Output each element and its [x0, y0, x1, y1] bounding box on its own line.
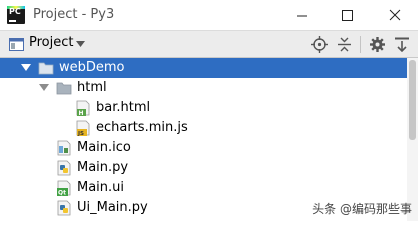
maximize-icon: [342, 10, 353, 21]
python-file-icon: [57, 160, 71, 176]
minimize-button[interactable]: [279, 0, 325, 31]
pycharm-app-icon: PC: [7, 6, 25, 24]
tree-label-ui-main-py: Ui_Main.py: [77, 200, 148, 215]
hide-icon[interactable]: [394, 37, 410, 52]
maximize-button[interactable]: [325, 0, 371, 31]
close-icon: [389, 9, 401, 21]
tree-row-main-ico[interactable]: Main.ico: [0, 138, 418, 158]
close-button[interactable]: [372, 0, 418, 31]
chevron-down-icon[interactable]: [76, 41, 86, 48]
scrollbar-thumb[interactable]: [409, 60, 416, 140]
window-title: Project - Py3: [33, 7, 115, 22]
toolbar-divider: [360, 36, 361, 53]
js-file-icon: JS: [76, 120, 90, 136]
python-file-icon: [57, 200, 71, 216]
expand-arrow-icon[interactable]: [20, 58, 32, 78]
folder-icon: [56, 82, 72, 95]
tree-label-webdemo: webDemo: [59, 60, 125, 75]
svg-text:H: H: [79, 110, 84, 116]
project-tree: webDemo html H bar.html JS echarts.min.j…: [0, 58, 418, 221]
project-panel-label[interactable]: Project: [29, 35, 73, 50]
minimize-icon: [297, 15, 307, 17]
tree-row-main-ui[interactable]: Qt Main.ui: [0, 178, 418, 198]
qt-ui-file-icon: Qt: [57, 180, 71, 197]
tree-label-bar-html: bar.html: [96, 100, 151, 115]
title-bar: PC Project - Py3: [0, 0, 418, 31]
tree-row-webdemo[interactable]: webDemo: [0, 58, 418, 78]
watermark-text: 头条 @编码那些事: [312, 202, 412, 216]
project-panel-icon: [9, 38, 24, 51]
project-toolbar: Project: [0, 31, 418, 58]
tree-label-main-ui: Main.ui: [77, 180, 125, 195]
tree-label-main-ico: Main.ico: [77, 140, 131, 155]
tree-label-echarts: echarts.min.js: [96, 120, 188, 135]
tree-row-html[interactable]: html: [0, 78, 418, 98]
tree-row-bar-html[interactable]: H bar.html: [0, 98, 418, 118]
folder-icon: [38, 62, 54, 75]
svg-text:JS: JS: [77, 131, 84, 136]
tree-row-main-py[interactable]: Main.py: [0, 158, 418, 178]
tree-row-echarts[interactable]: JS echarts.min.js: [0, 118, 418, 138]
expand-arrow-icon[interactable]: [38, 78, 50, 98]
tree-label-main-py: Main.py: [77, 160, 129, 175]
tree-label-html: html: [77, 80, 107, 95]
locate-icon[interactable]: [311, 36, 328, 53]
html-file-icon: H: [76, 100, 90, 116]
image-file-icon: [57, 140, 71, 156]
gear-icon[interactable]: [369, 36, 386, 53]
collapse-all-icon[interactable]: [336, 36, 353, 53]
svg-text:Qt: Qt: [58, 190, 66, 197]
